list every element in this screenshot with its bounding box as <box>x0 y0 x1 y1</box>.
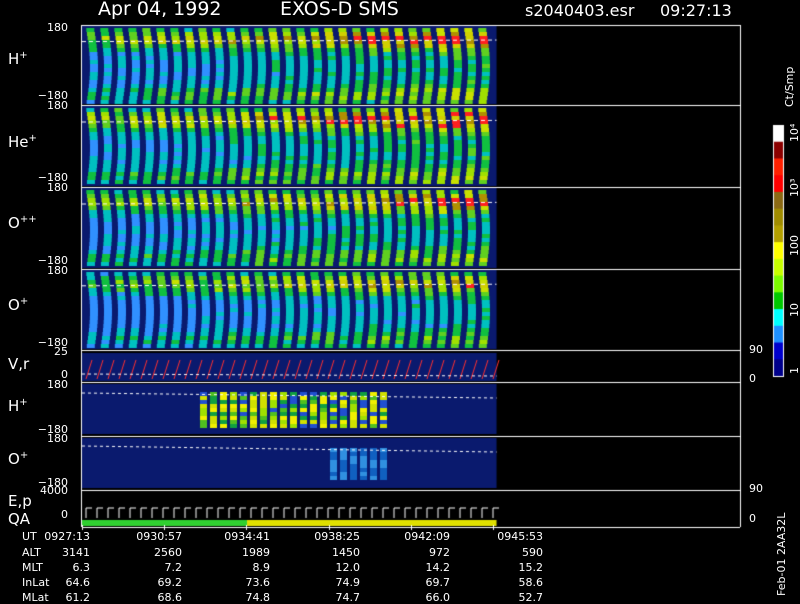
rtick-vr-min: 0 <box>749 372 756 385</box>
ytick-ep-min: 0 <box>28 508 68 521</box>
colorbar-tick-1000: 10³ <box>788 179 800 197</box>
panel-label-oplus: O+ <box>8 296 28 314</box>
ephemeris-cell: 590 <box>483 546 543 559</box>
ephemeris-cell: 0945:53 <box>483 530 543 543</box>
ephemeris-cell: 73.6 <box>210 576 270 589</box>
ephemeris-cell: 0942:09 <box>390 530 450 543</box>
panel-label-hplus: H+ <box>8 50 28 68</box>
panel-label-oplusplus: O++ <box>8 214 37 232</box>
header-file: s2040403.esr <box>525 1 634 20</box>
panel-label-vr: V,r <box>8 355 29 373</box>
spectrogram-canvas <box>0 0 800 600</box>
ephemeris-cell: 0938:25 <box>300 530 360 543</box>
ephemeris-cell: 0927:13 <box>30 530 90 543</box>
ephemeris-cell: 61.2 <box>30 591 90 604</box>
ytick-vr-max: 25 <box>28 345 68 358</box>
ytick-oplusplus-max: 180 <box>28 181 68 194</box>
ephemeris-cell: 8.9 <box>210 561 270 574</box>
colorbar-tick-100: 100 <box>788 235 800 256</box>
ytick-ep-max: 4000 <box>28 484 68 497</box>
ephemeris-cell: 12.0 <box>300 561 360 574</box>
ephemeris-cell: 972 <box>390 546 450 559</box>
ephemeris-cell: 74.9 <box>300 576 360 589</box>
ephemeris-cell: 14.2 <box>390 561 450 574</box>
ephemeris-cell: 0930:57 <box>122 530 182 543</box>
ephemeris-cell: 7.2 <box>122 561 182 574</box>
ephemeris-cell: 66.0 <box>390 591 450 604</box>
panel-label-heplus: He+ <box>8 133 37 151</box>
ytick-hplus-max: 180 <box>28 21 68 34</box>
footer-note: Feb-01 2AA32L <box>775 513 788 596</box>
ephemeris-cell: 74.7 <box>300 591 360 604</box>
ytick-hplus2-max: 180 <box>28 378 68 391</box>
ephemeris-cell: 68.6 <box>122 591 182 604</box>
ephemeris-cell: 64.6 <box>30 576 90 589</box>
header-date: Apr 04, 1992 <box>98 0 222 20</box>
ephemeris-cell: 58.6 <box>483 576 543 589</box>
colorbar-units: Ct/Smp <box>783 67 796 107</box>
ephemeris-cell: 69.7 <box>390 576 450 589</box>
rtick-ep-max: 90 <box>749 482 763 495</box>
ephemeris-cell: 1450 <box>300 546 360 559</box>
ytick-oplus2-max: 180 <box>28 432 68 445</box>
rtick-vr-max: 90 <box>749 343 763 356</box>
ephemeris-cell: 1989 <box>210 546 270 559</box>
ytick-oplus-max: 180 <box>28 264 68 277</box>
ephemeris-cell: 74.8 <box>210 591 270 604</box>
ephemeris-cell: 15.2 <box>483 561 543 574</box>
ephemeris-cell: 6.3 <box>30 561 90 574</box>
colorbar-tick-1: 1 <box>788 367 800 374</box>
ephemeris-cell: 69.2 <box>122 576 182 589</box>
panel-label-hplus2: H+ <box>8 397 28 415</box>
ephemeris-cell: 0934:41 <box>210 530 270 543</box>
header-instrument: EXOS-D SMS <box>280 0 399 20</box>
header-time: 09:27:13 <box>660 1 732 20</box>
ephemeris-cell: 3141 <box>30 546 90 559</box>
rtick-ep-min: 0 <box>749 512 756 525</box>
ytick-heplus-max: 180 <box>28 99 68 112</box>
ephemeris-cell: 2560 <box>122 546 182 559</box>
colorbar-tick-10000: 10⁴ <box>788 124 800 142</box>
panel-label-oplus2: O+ <box>8 450 28 468</box>
panel-label-qa: QA <box>8 510 30 528</box>
colorbar-tick-10: 10 <box>788 303 800 317</box>
ephemeris-cell: 52.7 <box>483 591 543 604</box>
